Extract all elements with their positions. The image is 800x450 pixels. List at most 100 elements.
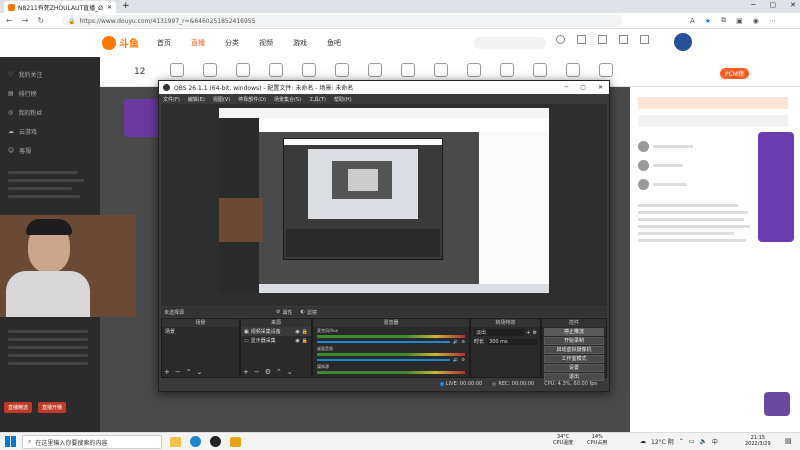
more-icon[interactable]: ⋯ bbox=[769, 17, 776, 25]
forward-icon[interactable]: → bbox=[22, 16, 29, 25]
properties-button[interactable]: ⚙ 属性 bbox=[276, 309, 293, 316]
speaker-icon[interactable]: 🔊 bbox=[453, 357, 458, 362]
network-icon[interactable]: ▭ bbox=[689, 438, 695, 445]
category-icon-6[interactable] bbox=[335, 63, 349, 77]
edge-icon[interactable] bbox=[190, 436, 201, 447]
category-icon-4[interactable] bbox=[269, 63, 283, 77]
category-icon-7[interactable] bbox=[368, 63, 382, 77]
add-scene-icon[interactable]: + bbox=[164, 368, 170, 376]
obs-preview[interactable] bbox=[161, 104, 607, 306]
new-tab-button[interactable]: + bbox=[122, 1, 130, 11]
scene-item[interactable]: 场景 bbox=[162, 327, 239, 336]
windows-start-icon[interactable] bbox=[5, 436, 16, 447]
read-aloud-icon[interactable]: A bbox=[690, 17, 695, 25]
ime-icon[interactable]: 中 bbox=[712, 437, 718, 446]
refresh-icon[interactable]: ↻ bbox=[37, 16, 44, 25]
nav-live[interactable]: 直播 bbox=[191, 38, 205, 48]
menu-scene-collection[interactable]: 场景集合(S) bbox=[274, 96, 301, 103]
source-item[interactable]: ▣ 视频采集设备 ◉ 🔒 bbox=[241, 327, 311, 336]
nav-game[interactable]: 游戏 bbox=[293, 38, 307, 48]
filters-button[interactable]: ◐ 滤镜 bbox=[301, 309, 317, 316]
category-icon-2[interactable] bbox=[203, 63, 217, 77]
category-icon-11[interactable] bbox=[500, 63, 514, 77]
weather-icon[interactable]: ☁ bbox=[640, 438, 646, 445]
sidebar-bottom-right-button[interactable]: 直播开播 bbox=[38, 402, 67, 413]
category-icon-8[interactable] bbox=[401, 63, 415, 77]
nav-yuba[interactable]: 鱼吧 bbox=[327, 38, 341, 48]
transition-select[interactable]: 淡出 bbox=[474, 329, 525, 336]
tray-expand-icon[interactable]: ⌃ bbox=[679, 438, 684, 445]
collections-icon[interactable]: ▣ bbox=[736, 17, 743, 25]
browser-tab[interactable]: N8211有死ZHOULAUT直播_Ø ✕ bbox=[4, 1, 116, 13]
sidebar-bottom-left-button[interactable]: 直播精选 bbox=[4, 402, 33, 413]
gift-icon[interactable] bbox=[764, 392, 790, 416]
volume-slider[interactable] bbox=[317, 358, 451, 361]
streamer-card[interactable] bbox=[124, 99, 160, 137]
notification-icon[interactable]: ▤ bbox=[785, 437, 792, 445]
move-down-icon[interactable]: ⌄ bbox=[197, 368, 203, 376]
obs-close-icon[interactable]: ✕ bbox=[598, 84, 603, 91]
menu-help[interactable]: 帮助(H) bbox=[334, 96, 352, 103]
message-icon[interactable] bbox=[619, 35, 628, 44]
transition-gear-icon[interactable]: ⚙ bbox=[533, 330, 537, 336]
category-icon-1[interactable] bbox=[170, 63, 184, 77]
app-taskbar-icon[interactable] bbox=[230, 436, 241, 447]
virtual-camera-button[interactable]: 启动虚拟摄像机 bbox=[544, 346, 604, 354]
category-icon-13[interactable] bbox=[566, 63, 580, 77]
lock-icon[interactable]: 🔒 bbox=[302, 329, 308, 335]
obs-taskbar-icon[interactable] bbox=[210, 436, 221, 447]
history-icon[interactable] bbox=[556, 35, 565, 44]
download-icon[interactable] bbox=[577, 35, 586, 44]
extensions-icon[interactable]: ⧉ bbox=[721, 16, 726, 25]
source-settings-icon[interactable]: ⚙ bbox=[265, 368, 271, 376]
start-recording-button[interactable]: 开始录制 bbox=[544, 337, 604, 345]
category-icon-9[interactable] bbox=[434, 63, 448, 77]
add-source-icon[interactable]: + bbox=[243, 368, 249, 376]
move-down-icon[interactable]: ⌄ bbox=[287, 368, 293, 376]
clock[interactable]: 21:15 2022/3/29 bbox=[745, 435, 771, 447]
sidebar-item-cloud-game[interactable]: ☁ 云游戏 bbox=[0, 122, 100, 141]
category-icon-3[interactable] bbox=[236, 63, 250, 77]
promo-panel[interactable] bbox=[758, 132, 794, 242]
category-icon-12[interactable] bbox=[533, 63, 547, 77]
move-up-icon[interactable]: ⌃ bbox=[186, 368, 192, 376]
speaker-icon[interactable]: 🔊 bbox=[453, 339, 458, 344]
address-bar[interactable]: 🔒 https://www.douyu.com/4131997_r=&64602… bbox=[62, 15, 622, 27]
channel-gear-icon[interactable]: ⚙ bbox=[461, 357, 465, 362]
remove-scene-icon[interactable]: − bbox=[175, 368, 181, 376]
duration-input[interactable]: 300 ms bbox=[487, 338, 537, 345]
obs-maximize-icon[interactable]: ▢ bbox=[580, 84, 586, 91]
nav-home[interactable]: 首页 bbox=[157, 38, 171, 48]
sidebar-item-service[interactable]: ☺ 客服 bbox=[0, 141, 100, 160]
close-icon[interactable]: ✕ bbox=[790, 1, 796, 9]
site-search-input[interactable] bbox=[474, 37, 546, 49]
menu-edit[interactable]: 编辑(E) bbox=[188, 96, 205, 103]
sidebar-item-fans[interactable]: ◎ 我的粉丝 bbox=[0, 103, 100, 122]
visibility-icon[interactable]: ◉ bbox=[295, 329, 299, 335]
follow-icon[interactable] bbox=[598, 35, 607, 44]
stop-streaming-button[interactable]: 停止推流 bbox=[544, 328, 604, 336]
menu-tools[interactable]: 工具(T) bbox=[309, 96, 326, 103]
file-explorer-icon[interactable] bbox=[170, 436, 181, 447]
category-icon-14[interactable] bbox=[599, 63, 613, 77]
nav-category[interactable]: 分类 bbox=[225, 38, 239, 48]
douyu-logo[interactable]: 斗鱼 bbox=[102, 35, 139, 50]
settings-button[interactable]: 设置 bbox=[544, 364, 604, 372]
sidebar-item-follow[interactable]: ♡ 我的关注 bbox=[0, 65, 100, 84]
add-transition-icon[interactable]: + bbox=[526, 330, 530, 336]
menu-docks[interactable]: 停靠部件(D) bbox=[238, 96, 266, 103]
move-up-icon[interactable]: ⌃ bbox=[276, 368, 282, 376]
menu-file[interactable]: 文件(F) bbox=[163, 96, 180, 103]
remove-source-icon[interactable]: − bbox=[254, 368, 260, 376]
pcm-badge[interactable]: PCM榜 bbox=[720, 68, 749, 79]
visibility-icon[interactable]: ◉ bbox=[295, 338, 299, 344]
sidebar-item-rank[interactable]: ▤ 排行榜 bbox=[0, 84, 100, 103]
obs-minimize-icon[interactable]: ─ bbox=[565, 84, 569, 91]
category-icon-5[interactable] bbox=[302, 63, 316, 77]
taskbar-search-input[interactable]: ⌕ 在这里输入你要搜索的内容 bbox=[22, 435, 162, 449]
nav-video[interactable]: 视频 bbox=[259, 38, 273, 48]
volume-slider[interactable] bbox=[317, 340, 451, 343]
channel-gear-icon[interactable]: ⚙ bbox=[461, 339, 465, 344]
menu-view[interactable]: 视图(V) bbox=[213, 96, 230, 103]
favorite-icon[interactable]: ★ bbox=[705, 17, 711, 25]
